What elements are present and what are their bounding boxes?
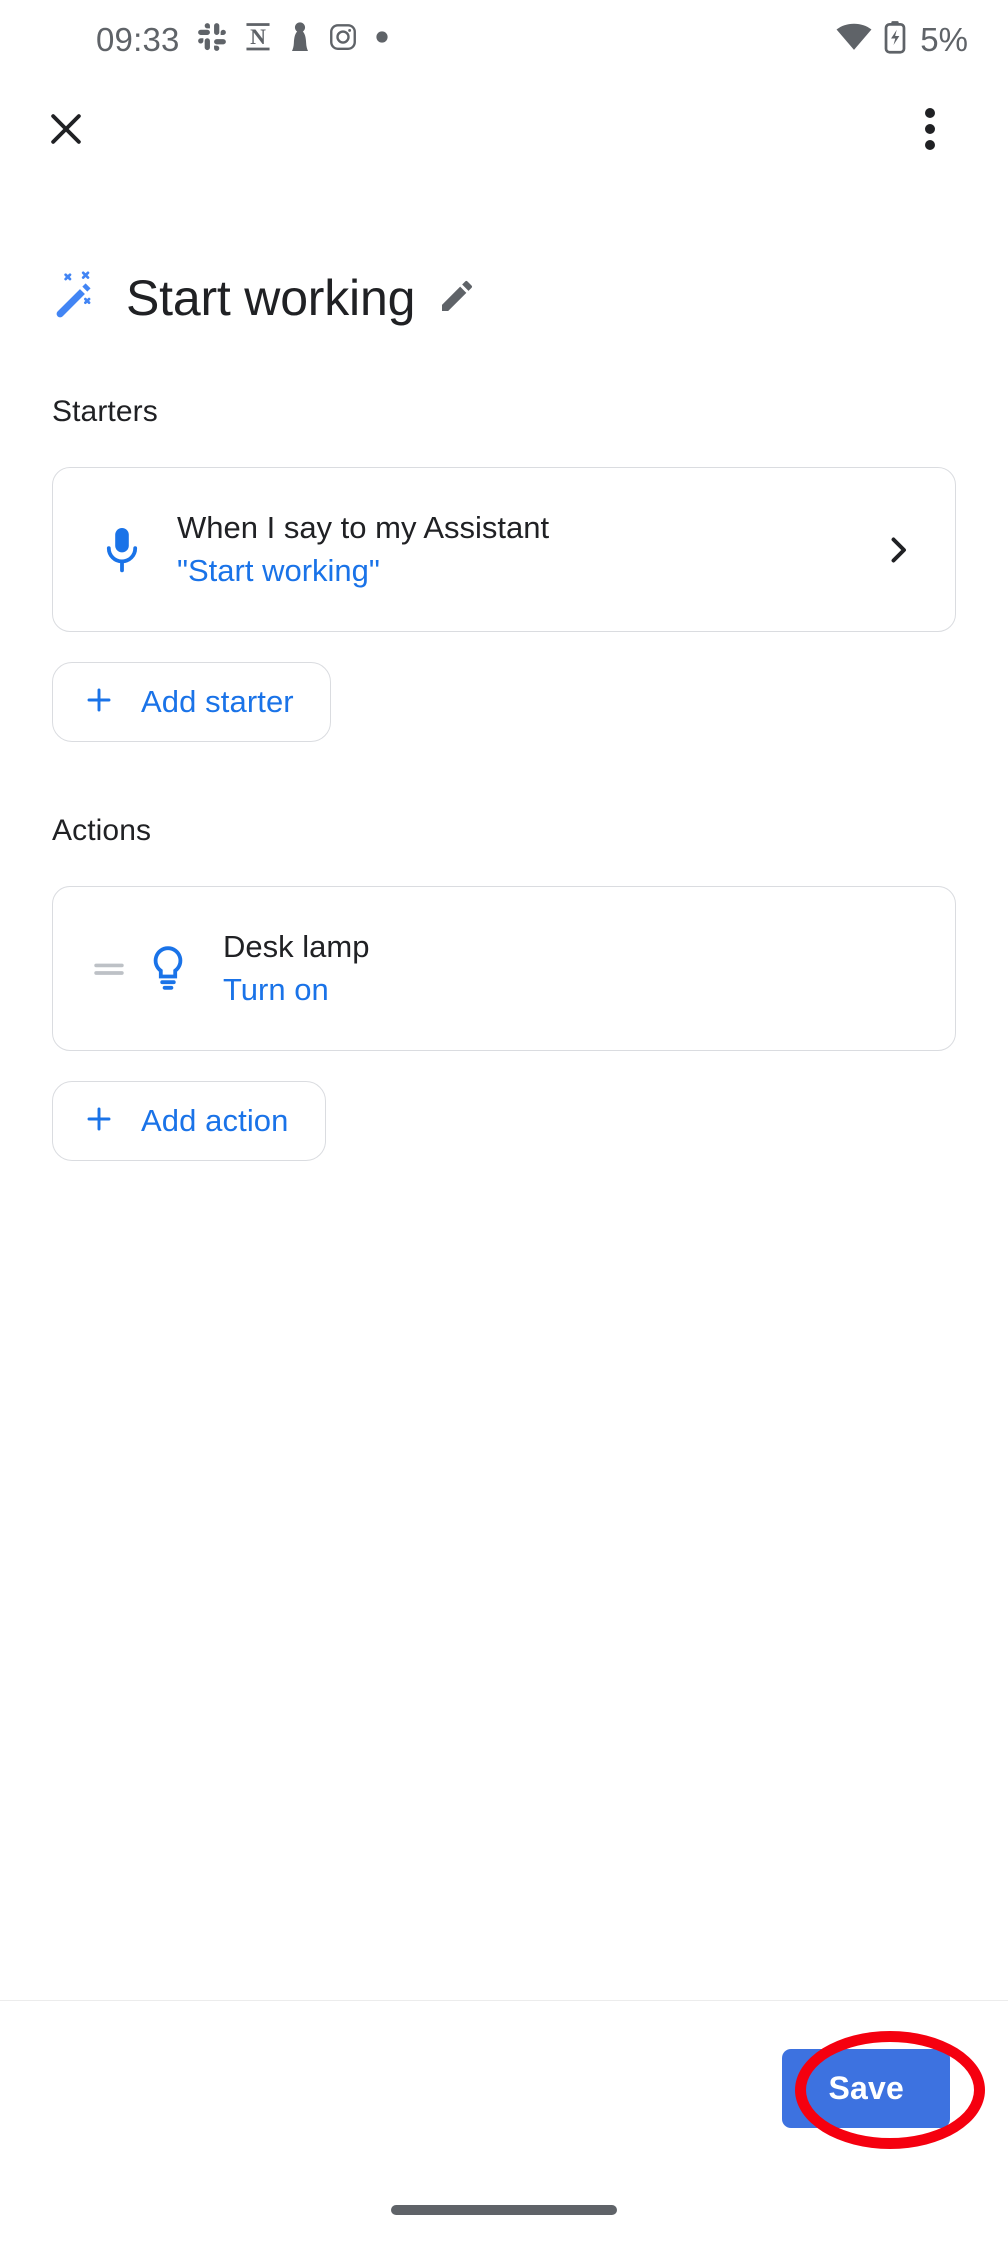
add-starter-button[interactable]: Add starter bbox=[52, 662, 331, 742]
close-button[interactable] bbox=[30, 95, 102, 167]
actions-section-label: Actions bbox=[52, 814, 152, 847]
slack-icon bbox=[197, 22, 227, 57]
starter-card-texts: When I say to my Assistant "Start workin… bbox=[177, 510, 873, 588]
chess-pawn-icon bbox=[289, 21, 311, 58]
action-command: Turn on bbox=[223, 972, 329, 1007]
routine-title-row: Start working bbox=[52, 270, 956, 327]
notion-icon: N bbox=[244, 22, 272, 57]
action-card-texts: Desk lamp Turn on bbox=[223, 929, 923, 1007]
wifi-icon bbox=[836, 22, 872, 57]
battery-charging-icon bbox=[884, 20, 906, 59]
starter-card-assistant-phrase[interactable]: When I say to my Assistant "Start workin… bbox=[52, 467, 956, 632]
close-icon bbox=[44, 107, 88, 156]
routine-editor-content: Start working Starters When I say to my … bbox=[0, 184, 1008, 2000]
status-bar-left: 09:33 N bbox=[96, 21, 389, 58]
bottom-action-bar: Save bbox=[0, 2000, 1008, 2176]
microphone-icon bbox=[89, 526, 155, 574]
page-title: Start working bbox=[126, 270, 416, 326]
chevron-right-icon[interactable] bbox=[873, 532, 923, 568]
plus-icon bbox=[83, 684, 115, 721]
magic-wand-icon bbox=[52, 270, 104, 327]
status-bar-right: 5% bbox=[836, 20, 968, 59]
starter-title: When I say to my Assistant bbox=[177, 510, 550, 546]
starters-section-label: Starters bbox=[52, 395, 158, 428]
svg-text:N: N bbox=[250, 23, 266, 48]
lightbulb-icon bbox=[135, 945, 201, 993]
plus-icon bbox=[83, 1103, 115, 1140]
action-card-desk-lamp[interactable]: Desk lamp Turn on bbox=[52, 886, 956, 1051]
save-button[interactable]: Save bbox=[782, 2049, 950, 2128]
action-device-name: Desk lamp bbox=[223, 929, 370, 965]
gesture-navigation-bar bbox=[0, 2176, 1008, 2244]
status-bar: 09:33 N 5% bbox=[0, 0, 1008, 78]
add-starter-label: Add starter bbox=[141, 684, 294, 719]
add-action-label: Add action bbox=[141, 1103, 289, 1138]
instagram-icon bbox=[328, 22, 358, 57]
pencil-edit-icon[interactable] bbox=[437, 276, 477, 321]
notification-dot-icon bbox=[375, 30, 389, 49]
status-bar-clock: 09:33 bbox=[96, 20, 180, 58]
add-action-button[interactable]: Add action bbox=[52, 1081, 326, 1161]
home-gesture-pill[interactable] bbox=[391, 2205, 617, 2215]
app-screen: 09:33 N 5% Start working Starters When I… bbox=[0, 0, 1008, 2244]
top-app-bar bbox=[0, 78, 1008, 184]
more-options-button[interactable] bbox=[894, 95, 966, 167]
starter-phrase: "Start working" bbox=[177, 553, 380, 588]
more-options-icon bbox=[924, 105, 936, 158]
battery-percentage: 5% bbox=[920, 20, 968, 58]
drag-handle-icon[interactable] bbox=[83, 959, 135, 979]
